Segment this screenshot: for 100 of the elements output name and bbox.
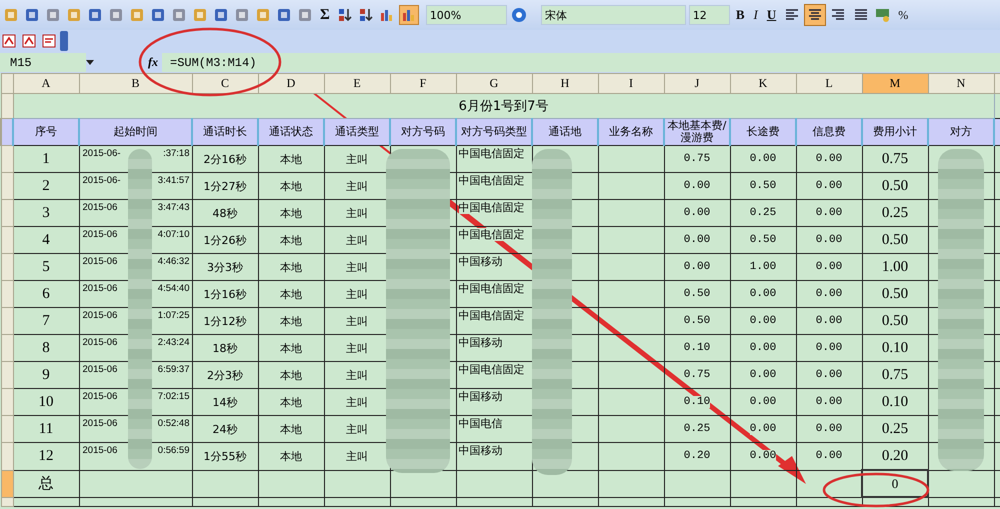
table-cell: 3 bbox=[13, 200, 79, 226]
table-cell: 1分16秒 bbox=[192, 280, 258, 308]
caret-icon[interactable] bbox=[86, 60, 94, 65]
table-cell: 0.00 bbox=[664, 172, 730, 200]
table-cell: 0.75 bbox=[862, 146, 928, 172]
table-cell: 6 bbox=[13, 280, 79, 308]
date-text: 2015-06 bbox=[82, 445, 118, 456]
font-dropdown[interactable]: 宋体 bbox=[540, 5, 686, 25]
italic-button[interactable]: I bbox=[750, 5, 761, 25]
column-header[interactable]: D bbox=[258, 74, 324, 94]
table-cell: 18秒 bbox=[192, 334, 258, 362]
table-cell: 0.00 bbox=[796, 334, 862, 362]
merge-cells-icon bbox=[854, 9, 868, 21]
table-cell: 14秒 bbox=[192, 388, 258, 416]
align-button[interactable] bbox=[805, 5, 826, 25]
sheet-title: 6月份1号到7号 bbox=[458, 99, 548, 114]
table-cell: 3分3秒 bbox=[192, 254, 258, 280]
column-header[interactable]: E bbox=[324, 74, 390, 94]
table-cell: 0.00 bbox=[796, 442, 862, 470]
pdf-icon[interactable] bbox=[20, 32, 38, 50]
column-header-cell: 本地基本费/漫游费 bbox=[664, 118, 730, 146]
table-cell: 中国移动 bbox=[456, 254, 532, 280]
date-text: 2015-06 bbox=[82, 283, 118, 294]
column-header-cell: 长途费 bbox=[730, 118, 796, 146]
table-cell: 0.00 bbox=[796, 146, 862, 172]
table-cell: 中国移动 bbox=[456, 334, 532, 362]
table-cell: 0.00 bbox=[796, 200, 862, 226]
table-cell: 0.00 bbox=[730, 146, 796, 172]
column-header-cell: 通话状态 bbox=[258, 118, 324, 146]
align-right-icon bbox=[831, 9, 846, 21]
table-cell: 2分3秒 bbox=[192, 362, 258, 388]
table-cell: 0.00 bbox=[730, 308, 796, 334]
name-box[interactable]: M15 bbox=[0, 53, 86, 72]
table-cell: 中国移动 bbox=[456, 442, 532, 470]
column-header[interactable]: A bbox=[13, 74, 79, 94]
table-cell: 9 bbox=[13, 362, 79, 388]
table-cell: 2分16秒 bbox=[192, 146, 258, 172]
table-cell: 1分26秒 bbox=[192, 226, 258, 254]
pdf-icon[interactable] bbox=[40, 32, 58, 50]
table-cell: 0.00 bbox=[796, 416, 862, 442]
help-icon[interactable] bbox=[510, 6, 528, 24]
column-header[interactable]: F bbox=[390, 74, 456, 94]
table-cell: 0.00 bbox=[796, 280, 862, 308]
time-text: 3:47:43 bbox=[158, 202, 190, 213]
time-text: 7:02:15 bbox=[158, 391, 190, 402]
function-label[interactable]: fx bbox=[148, 55, 160, 70]
column-header[interactable]: K bbox=[730, 74, 796, 94]
time-text: 4:07:10 bbox=[158, 229, 190, 240]
column-header[interactable]: B bbox=[79, 74, 192, 94]
table-cell: 0.10 bbox=[862, 388, 928, 416]
table-cell: 本地 bbox=[258, 334, 324, 362]
column-header[interactable]: C bbox=[192, 74, 258, 94]
table-cell: 本地 bbox=[258, 200, 324, 226]
column-header[interactable]: I bbox=[598, 74, 664, 94]
time-text: :37:18 bbox=[163, 148, 190, 159]
table-cell: 1分27秒 bbox=[192, 172, 258, 200]
column-header-cell: 起始时间 bbox=[79, 118, 192, 146]
formula-field[interactable]: =SUM(M3:M14) bbox=[162, 53, 1000, 72]
table-cell: 0.00 bbox=[796, 308, 862, 334]
table-cell: 本地 bbox=[258, 416, 324, 442]
autosum-button[interactable]: Σ bbox=[317, 5, 333, 25]
table-cell: 0.50 bbox=[664, 280, 730, 308]
table-cell: 0.00 bbox=[730, 280, 796, 308]
table-cell: 本地 bbox=[258, 146, 324, 172]
table-cell: 1.00 bbox=[862, 254, 928, 280]
table-cell: 48秒 bbox=[192, 200, 258, 226]
time-text: 3:41:57 bbox=[158, 175, 190, 186]
table-cell: 0.00 bbox=[796, 226, 862, 254]
column-header[interactable]: M bbox=[862, 74, 928, 94]
table-cell: 中国电信固定 bbox=[456, 308, 532, 334]
time-text: 0:56:59 bbox=[158, 445, 190, 456]
column-header[interactable]: N bbox=[928, 74, 994, 94]
percent-button[interactable]: % bbox=[895, 5, 912, 25]
zoom-dropdown[interactable]: 100% bbox=[426, 5, 507, 25]
date-text: 2015-06 bbox=[82, 310, 118, 321]
column-header[interactable]: H bbox=[532, 74, 598, 94]
table-cell: 5 bbox=[13, 254, 79, 280]
table-cell: 中国移动 bbox=[456, 388, 532, 416]
pdf-icon[interactable] bbox=[0, 32, 18, 50]
table-cell: 0.00 bbox=[730, 388, 796, 416]
column-header[interactable]: L bbox=[796, 74, 862, 94]
active-cell[interactable]: 0 bbox=[862, 470, 928, 497]
table-cell: 12 bbox=[13, 442, 79, 470]
table-cell: 0.10 bbox=[664, 334, 730, 362]
table-cell: 0.75 bbox=[862, 362, 928, 388]
table-cell: 0.00 bbox=[796, 388, 862, 416]
table-cell: 8 bbox=[13, 334, 79, 362]
table-cell: 本地 bbox=[258, 226, 324, 254]
table-cell: 10 bbox=[13, 388, 79, 416]
column-header-cell: 序号 bbox=[13, 118, 79, 146]
column-header[interactable]: J bbox=[664, 74, 730, 94]
bold-button[interactable]: B bbox=[732, 5, 748, 25]
table-cell: 0.20 bbox=[664, 442, 730, 470]
font-size-dropdown[interactable]: 12 bbox=[688, 5, 730, 25]
date-text: 2015-06 bbox=[82, 202, 118, 213]
date-text: 2015-06- bbox=[82, 175, 121, 186]
column-header[interactable]: G bbox=[456, 74, 532, 94]
underline-button[interactable]: U bbox=[764, 5, 780, 25]
column-header-cell: 对方 bbox=[928, 118, 994, 146]
column-header-cell: 业务名称 bbox=[598, 118, 664, 146]
